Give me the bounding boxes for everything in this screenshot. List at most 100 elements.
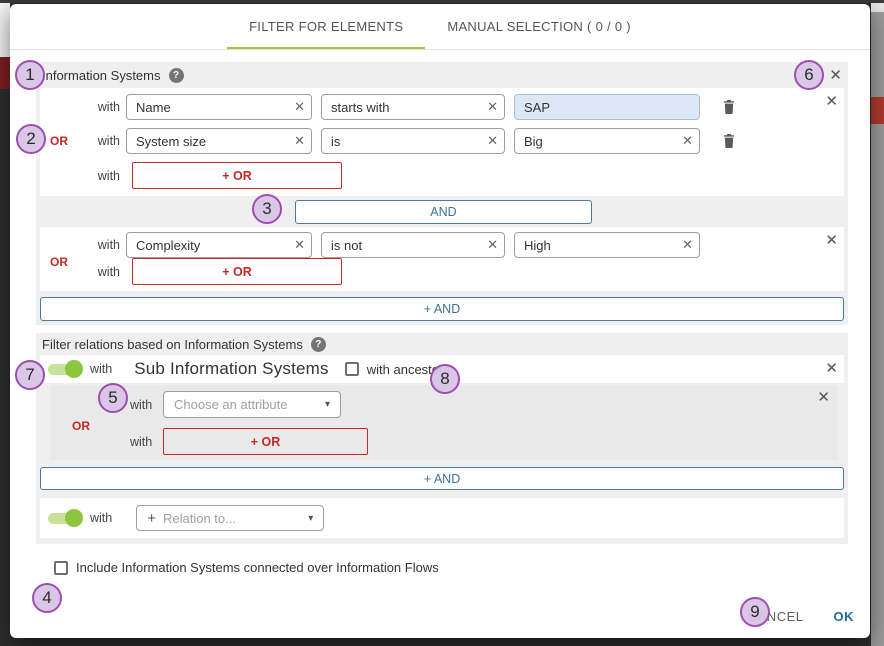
filter-dialog: FILTER FOR ELEMENTS MANUAL SELECTION ( 0…: [10, 4, 870, 638]
relation-toggle[interactable]: [48, 362, 82, 376]
filter-row: with + OR: [86, 258, 844, 285]
annotation-3: 3: [252, 194, 282, 224]
plus-icon: +: [147, 510, 156, 527]
or-group: OR ✕ with Complexity ✕ is not ✕: [40, 227, 844, 291]
add-and-button[interactable]: + AND: [40, 467, 844, 490]
value-input[interactable]: SAP: [514, 94, 700, 120]
dropdown-placeholder: Choose an attribute: [174, 397, 325, 412]
value-text: High: [524, 238, 551, 253]
annotation-9: 9: [740, 597, 770, 627]
annotation-6: 6: [794, 60, 824, 90]
annotation-1: 1: [15, 60, 45, 90]
with-label: with: [86, 265, 120, 279]
section-title: Information Systems: [42, 68, 161, 83]
attribute-value: Complexity: [136, 238, 200, 253]
relation-to-dropdown[interactable]: + Relation to... ▾: [136, 505, 324, 531]
with-label: with: [90, 362, 112, 376]
element-filter-section: Information Systems ? ✕ OR ✕ with Name ✕: [36, 62, 848, 325]
screenshot-stage: FILTER FOR ELEMENTS MANUAL SELECTION ( 0…: [0, 0, 884, 646]
clear-icon[interactable]: ✕: [288, 99, 305, 115]
value-text: SAP: [524, 100, 550, 115]
clear-icon[interactable]: ✕: [676, 133, 693, 149]
backdrop-fragment: [0, 57, 10, 89]
add-or-button[interactable]: + OR: [132, 258, 342, 285]
with-label: with: [90, 511, 112, 525]
toggle-knob: [65, 509, 83, 527]
attribute-value: System size: [136, 134, 206, 149]
clear-icon[interactable]: ✕: [288, 133, 305, 149]
attribute-value: Name: [136, 100, 171, 115]
or-group: OR ✕ with Name ✕ starts with ✕: [40, 88, 844, 196]
annotation-4: 4: [32, 583, 62, 613]
value-text: Big: [524, 134, 543, 149]
or-connector-label: OR: [50, 255, 68, 269]
add-or-button[interactable]: + OR: [163, 428, 368, 455]
tab-filter-for-elements[interactable]: FILTER FOR ELEMENTS: [227, 4, 425, 49]
ok-button[interactable]: OK: [834, 609, 855, 624]
include-flows-row: Include Information Systems connected ov…: [54, 560, 848, 575]
with-label: with: [86, 169, 120, 183]
clear-icon[interactable]: ✕: [676, 237, 693, 253]
include-flows-label: Include Information Systems connected ov…: [76, 560, 439, 575]
tab-manual-selection[interactable]: MANUAL SELECTION ( 0 / 0 ): [425, 4, 653, 49]
with-label: with: [130, 435, 150, 449]
relation-name: Sub Information Systems: [134, 359, 329, 379]
filter-row: with Name ✕ starts with ✕ SAP: [86, 94, 844, 120]
close-relation-icon[interactable]: ✕: [825, 361, 838, 376]
value-input[interactable]: High ✕: [514, 232, 700, 258]
trash-icon[interactable]: [723, 100, 735, 114]
backdrop-fragment: [0, 0, 10, 57]
close-group-icon[interactable]: ✕: [825, 94, 838, 109]
include-flows-checkbox[interactable]: [54, 561, 68, 575]
annotation-2: 2: [16, 124, 46, 154]
with-label: with: [130, 398, 150, 412]
filter-row: with + OR: [86, 162, 844, 189]
value-input[interactable]: Big ✕: [514, 128, 700, 154]
dialog-content: Information Systems ? ✕ OR ✕ with Name ✕: [10, 50, 870, 575]
close-group-icon[interactable]: ✕: [817, 390, 830, 405]
or-connector-label: OR: [50, 134, 68, 148]
backdrop-fragment: [871, 97, 884, 124]
attribute-select[interactable]: Complexity ✕: [126, 232, 312, 258]
annotation-8: 8: [430, 364, 460, 394]
operator-select[interactable]: starts with ✕: [321, 94, 505, 120]
with-ancestors-checkbox[interactable]: [345, 362, 359, 376]
help-icon[interactable]: ?: [169, 68, 184, 83]
relation-toggle[interactable]: [48, 511, 82, 525]
annotation-7: 7: [15, 360, 45, 390]
help-icon[interactable]: ?: [311, 337, 326, 352]
clear-icon[interactable]: ✕: [481, 99, 498, 115]
attribute-select[interactable]: System size ✕: [126, 128, 312, 154]
with-label: with: [86, 100, 120, 114]
relation-or-group: ✕ OR with Choose an attribute ▾ with + O…: [50, 385, 838, 460]
chevron-down-icon: ▾: [308, 513, 313, 524]
or-connector-label: OR: [72, 419, 90, 433]
operator-value: is not: [331, 238, 362, 253]
backdrop-fragment: [0, 0, 884, 3]
relation-filter-header: Filter relations based on Information Sy…: [40, 333, 844, 355]
clear-icon[interactable]: ✕: [288, 237, 305, 253]
trash-icon[interactable]: [723, 134, 735, 148]
toggle-knob: [65, 360, 83, 378]
with-label: with: [86, 238, 120, 252]
filter-row: with Complexity ✕ is not ✕ High ✕: [86, 232, 844, 258]
close-group-icon[interactable]: ✕: [825, 233, 838, 248]
add-and-button[interactable]: + AND: [40, 297, 844, 321]
close-section-icon[interactable]: ✕: [829, 68, 842, 83]
filter-row: with System size ✕ is ✕ Big ✕: [86, 128, 844, 154]
element-filter-header: Information Systems ?: [40, 62, 844, 88]
annotation-5: 5: [98, 383, 128, 413]
tab-bar: FILTER FOR ELEMENTS MANUAL SELECTION ( 0…: [10, 4, 870, 50]
operator-value: starts with: [331, 100, 390, 115]
clear-icon[interactable]: ✕: [481, 237, 498, 253]
filter-row: with Choose an attribute ▾: [50, 391, 838, 418]
operator-select[interactable]: is ✕: [321, 128, 505, 154]
attribute-dropdown[interactable]: Choose an attribute ▾: [163, 391, 341, 418]
add-or-button[interactable]: + OR: [132, 162, 342, 189]
add-relation-row: with + Relation to... ▾: [40, 498, 844, 538]
section-title: Filter relations based on Information Sy…: [42, 337, 303, 352]
attribute-select[interactable]: Name ✕: [126, 94, 312, 120]
operator-select[interactable]: is not ✕: [321, 232, 505, 258]
clear-icon[interactable]: ✕: [481, 133, 498, 149]
and-connector-button[interactable]: AND: [295, 200, 592, 224]
